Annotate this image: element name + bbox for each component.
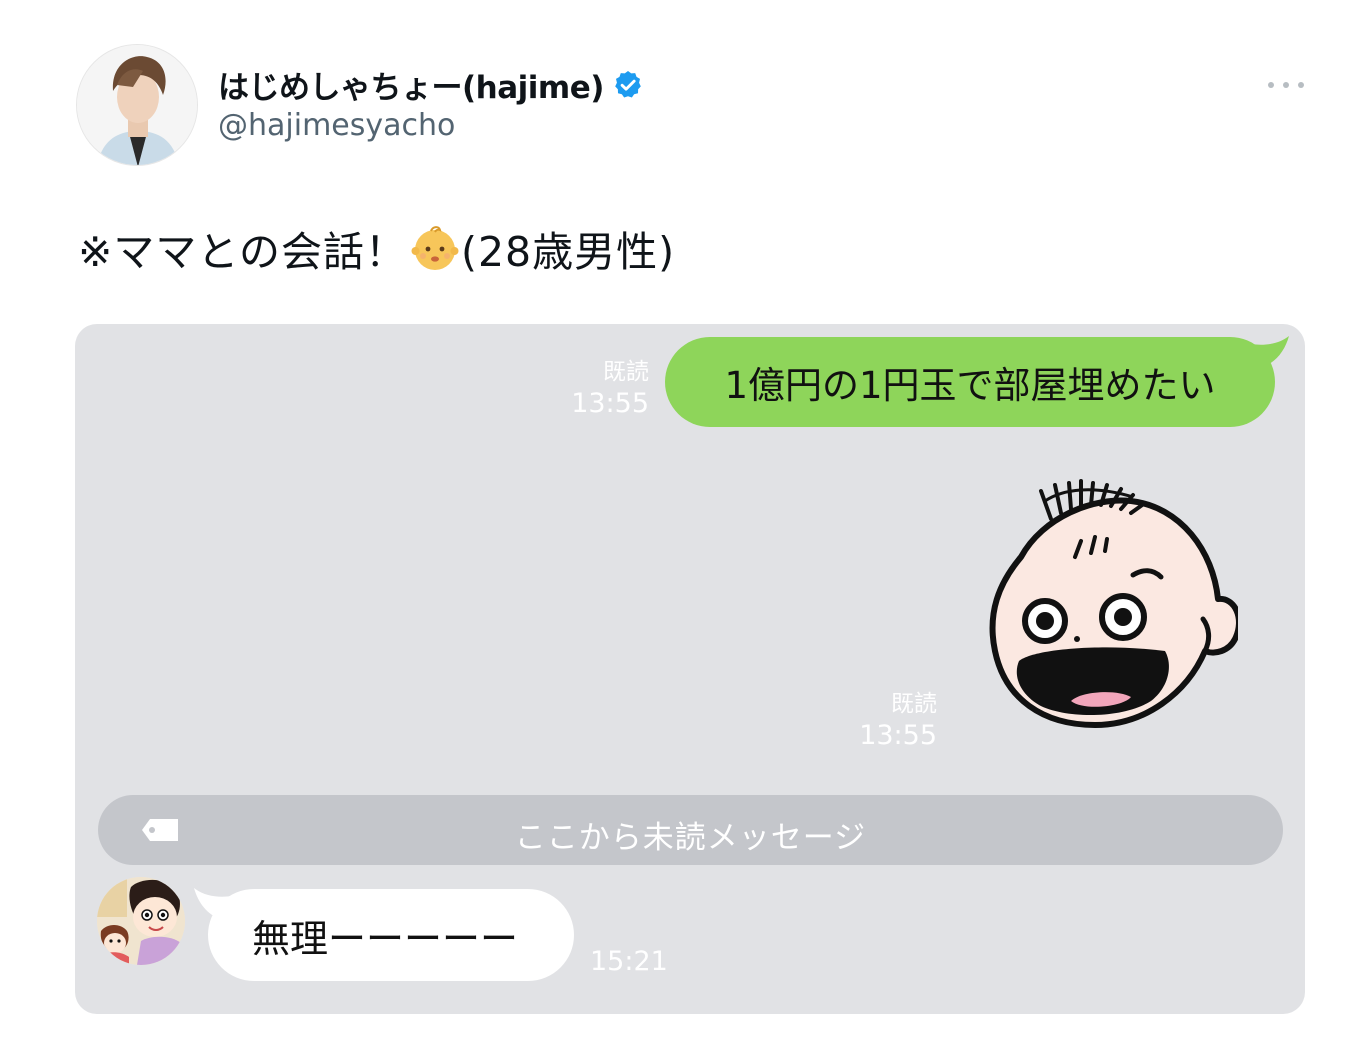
author-handle[interactable]: @hajimesyacho bbox=[218, 108, 455, 143]
unread-divider-label: ここから未読メッセージ bbox=[514, 820, 867, 856]
incoming-message-bubble[interactable]: 無理ーーーーー bbox=[208, 889, 574, 981]
verified-badge-icon bbox=[612, 69, 644, 101]
message-time: 15:21 bbox=[590, 946, 668, 977]
author-name-text: はじめしゃちょー(hajime) bbox=[218, 70, 604, 106]
message-time: 13:55 bbox=[859, 719, 937, 751]
more-options-icon[interactable] bbox=[1268, 72, 1304, 98]
read-label: 既読 bbox=[891, 691, 937, 717]
friend-avatar[interactable] bbox=[97, 877, 185, 965]
author-name[interactable]: はじめしゃちょー(hajime) bbox=[218, 62, 644, 107]
unread-divider: ここから未読メッセージ bbox=[98, 795, 1283, 865]
author-avatar[interactable] bbox=[76, 44, 198, 166]
tweet-text-part: (28歳男性) bbox=[460, 228, 676, 276]
outgoing-message-bubble[interactable]: 1億円の1円玉で部屋埋めたい bbox=[665, 337, 1275, 427]
message-text: 1億円の1円玉で部屋埋めたい bbox=[724, 364, 1216, 407]
tweet-text: ※ママとの会話！ (28歳男性) bbox=[78, 218, 675, 278]
message-time: 13:55 bbox=[571, 387, 649, 419]
message-text: 無理ーーーーー bbox=[252, 916, 519, 961]
tweet-text-part: ※ママとの会話！ bbox=[78, 228, 407, 276]
baby-face-sticker[interactable] bbox=[983, 479, 1238, 739]
read-label: 既読 bbox=[603, 359, 649, 385]
read-receipt: 既読 13:55 bbox=[835, 690, 937, 753]
baby-emoji-icon bbox=[411, 224, 459, 272]
read-receipt: 既読 13:55 bbox=[545, 358, 649, 421]
chat-screenshot[interactable]: 既読 13:55 1億円の1円玉で部屋埋めたい 既読 13:55 ここから未読メ… bbox=[75, 324, 1305, 1014]
